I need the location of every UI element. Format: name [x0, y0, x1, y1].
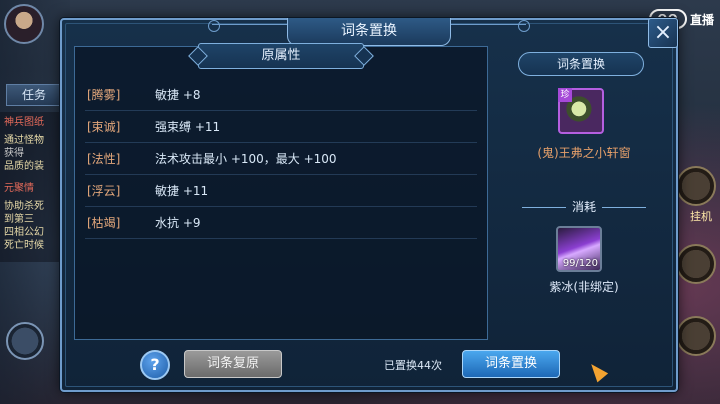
attribute-tag: [浮云] — [87, 184, 121, 198]
divider — [521, 207, 566, 208]
attribute-value: 敏捷 +11 — [155, 184, 209, 198]
attribute-value: 敏捷 +8 — [155, 88, 201, 102]
attribute-value: 水抗 +9 — [155, 216, 201, 230]
quest-line: 四相公幻 — [4, 227, 44, 238]
rarity-badge: 珍 — [558, 88, 572, 102]
quest-line: 到第三 — [4, 214, 34, 225]
consume-header: 消耗 — [502, 198, 666, 215]
help-button[interactable]: ? — [140, 350, 170, 380]
quest-line[interactable]: 神兵图纸 — [4, 116, 64, 129]
consumable-name: 紫冰(非绑定) — [549, 280, 619, 294]
mount-icon[interactable] — [676, 244, 716, 284]
replace-info-panel: 词条置换 珍 (鬼)王弗之小轩窗 消耗 99/120 紫冰(非绑定) — [502, 46, 666, 340]
replace-header: 词条置换 — [518, 52, 644, 76]
original-attributes-header: 原属性 — [198, 43, 364, 69]
attribute-row[interactable]: [腾雾] 敏捷 +8 — [85, 79, 477, 111]
attribute-row[interactable]: [法性] 法术攻击最小 +100，最大 +100 — [85, 143, 477, 175]
attribute-row[interactable]: [束诚] 强束缚 +11 — [85, 111, 477, 143]
quest-line: 通过怪物 — [4, 135, 44, 146]
replace-count-text: 已置换44次 — [384, 359, 442, 372]
equipment-slot[interactable]: 珍 — [558, 88, 604, 134]
quest-line: 死亡时候 — [4, 240, 44, 251]
player-avatar[interactable] — [4, 4, 44, 44]
consumable-slot[interactable]: 99/120 — [556, 226, 602, 272]
restore-affix-button[interactable]: 词条复原 — [184, 350, 282, 378]
attribute-row[interactable]: [枯竭] 水抗 +9 — [85, 207, 477, 239]
quest-line: 获得 — [4, 148, 24, 159]
consume-count: 99/120 — [562, 258, 598, 269]
skill-orb-icon[interactable] — [676, 316, 716, 356]
skill-button[interactable] — [6, 322, 44, 360]
quest-line: 协助杀死 — [4, 201, 44, 212]
attribute-value: 法术攻击最小 +100，最大 +100 — [155, 152, 337, 166]
attribute-list: [腾雾] 敏捷 +8 [束诚] 强束缚 +11 [法性] 法术攻击最小 +100… — [85, 79, 477, 239]
replace-affix-button[interactable]: 词条置换 — [462, 350, 560, 378]
logo-text: 直播 — [689, 12, 714, 27]
attribute-tag: [腾雾] — [87, 88, 121, 102]
close-button[interactable]: × — [648, 18, 678, 48]
dialog-title: 词条置换 — [287, 18, 451, 46]
auto-battle-icon[interactable] — [676, 166, 716, 206]
affix-replace-dialog: 词条置换 × 原属性 [腾雾] 敏捷 +8 [束诚] 强束缚 +11 [法性] … — [60, 18, 678, 392]
attribute-tag: [枯竭] — [87, 216, 121, 230]
divider — [602, 207, 646, 208]
task-tab[interactable]: 任务 — [6, 84, 62, 106]
quest-line[interactable]: 元聚情 — [4, 182, 64, 195]
attribute-value: 强束缚 +11 — [155, 120, 221, 134]
attribute-tag: [束诚] — [87, 120, 121, 134]
quest-line: 品质的装 — [4, 161, 44, 172]
attribute-tag: [法性] — [87, 152, 121, 166]
attribute-row[interactable]: [浮云] 敏捷 +11 — [85, 175, 477, 207]
original-attributes-panel: 原属性 [腾雾] 敏捷 +8 [束诚] 强束缚 +11 [法性] 法术攻击最小 … — [74, 43, 488, 340]
consume-label: 消耗 — [571, 200, 596, 214]
equipment-name: (鬼)王弗之小轩窗 — [537, 146, 631, 160]
auto-battle-label: 挂机 — [690, 210, 712, 223]
